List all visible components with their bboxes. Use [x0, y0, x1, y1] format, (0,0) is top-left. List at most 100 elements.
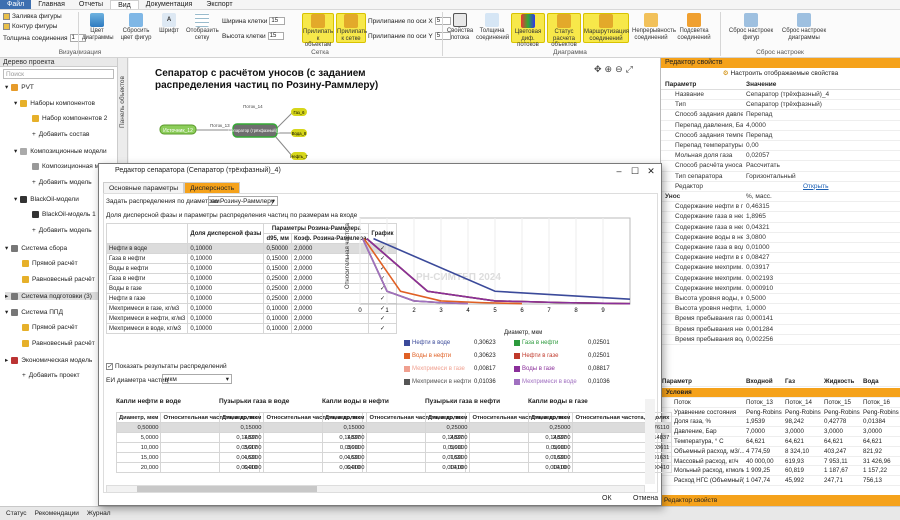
- tree-item-equilibrium-calc-2[interactable]: Равновесный расчёт: [22, 340, 95, 347]
- status-tab[interactable]: Статус: [6, 507, 27, 520]
- snap-x-field[interactable]: Прилипание по оси X5: [368, 17, 451, 25]
- property-value[interactable]: 0,002193: [743, 274, 900, 283]
- cancel-button[interactable]: Отмена: [633, 495, 658, 502]
- tree-item-add-project[interactable]: + Добавить проект: [22, 372, 80, 379]
- tree-item-component-sets[interactable]: ▾ Наборы компонентов: [14, 99, 95, 107]
- tree-item-blackoil-model-1[interactable]: BlackOil-модель 1: [32, 211, 96, 218]
- tab-view[interactable]: Вид: [110, 0, 139, 9]
- process-scheme[interactable]: Источник_12 Поток_13 Сепаратор (трёхфазн…: [155, 100, 325, 165]
- property-value[interactable]: 0,01000: [743, 243, 900, 252]
- property-row[interactable]: Содержание нефти в газе0,46315: [661, 202, 900, 213]
- property-value[interactable]: 0,001284: [743, 325, 900, 334]
- param-value[interactable]: 0,25000: [263, 273, 292, 284]
- tree-item-add-model-2[interactable]: + Добавить модель: [32, 227, 92, 234]
- reset-diagram-settings-button[interactable]: Сброс настроек диаграммы: [778, 13, 830, 41]
- property-row[interactable]: Редактор Открыть: [661, 182, 900, 192]
- property-value[interactable]: 3,0800: [743, 233, 900, 242]
- pipe-thickness-button[interactable]: Толщина соединений: [476, 13, 509, 41]
- property-row[interactable]: Перепад давления, Бар 4,0000: [661, 121, 900, 131]
- property-row[interactable]: Время пребывания нефти...0,001284: [661, 325, 900, 335]
- property-row[interactable]: Время пребывания воды...0,002256: [661, 335, 900, 345]
- property-value[interactable]: 0,002256: [743, 335, 900, 344]
- property-value[interactable]: 0,000910: [743, 284, 900, 293]
- tab-export[interactable]: Экспорт: [199, 0, 239, 9]
- stream-table-row[interactable]: Объемный расход, м3/... 4 774,59 8 324,10 4…: [660, 447, 900, 457]
- route-links-button[interactable]: Маршрутизация соединений: [583, 13, 629, 43]
- param-value[interactable]: 0,10000: [187, 243, 265, 254]
- property-row[interactable]: Высота уровня нефти, м 1,0000: [661, 304, 900, 315]
- snap-y-field[interactable]: Прилипание по оси Y5: [368, 32, 451, 40]
- reset-shape-color-button[interactable]: Сбросить цвет фигур: [118, 13, 154, 41]
- property-value[interactable]: 4,0000: [743, 121, 900, 130]
- minimize-icon[interactable]: –: [611, 164, 627, 178]
- property-row[interactable]: Содержание воды в нефти3,0800: [661, 233, 900, 243]
- tree-item-direct-calc[interactable]: Прямой расчёт: [22, 260, 78, 267]
- tree-item-component-set-2[interactable]: Набор компонентов 2: [32, 115, 107, 122]
- param-value[interactable]: 0,15000: [263, 253, 292, 264]
- line-thickness-field[interactable]: Толщина соединения 1: [3, 34, 86, 42]
- tab-docs[interactable]: Документация: [139, 0, 200, 9]
- param-value[interactable]: 0,10000: [263, 313, 292, 324]
- tab-home[interactable]: Главная: [31, 0, 72, 9]
- property-value[interactable]: Рассчитать: [743, 161, 900, 170]
- property-value[interactable]: Горизонтальный: [743, 172, 900, 181]
- stream-table-row[interactable]: Поток Поток_13 Поток_14 Поток_15 Поток_16: [660, 398, 900, 408]
- vertical-scrollbar[interactable]: [645, 399, 655, 484]
- font-button[interactable]: A Шрифт: [158, 13, 180, 35]
- flow-props-button[interactable]: Свойства потока: [446, 13, 474, 41]
- param-value[interactable]: 0,10000: [187, 253, 265, 264]
- property-row[interactable]: Способ задания давленияПерепад: [661, 110, 900, 121]
- param-value[interactable]: 0,10000: [187, 323, 265, 334]
- tree-item-add-composition[interactable]: + Добавить состав: [32, 131, 90, 138]
- property-value[interactable]: 0,000141: [743, 314, 900, 323]
- recommendations-tab[interactable]: Рекомендации: [35, 507, 79, 520]
- fill-shapes-toggle[interactable]: Заливка фигуры: [3, 13, 62, 20]
- property-editor-footer-tab[interactable]: Редактор свойств: [660, 495, 900, 506]
- tree-item-gathering-system[interactable]: ▾ Система сбора: [5, 244, 67, 252]
- property-row[interactable]: Способ задания температ...Перепад: [661, 131, 900, 141]
- stream-table-row[interactable]: Расход НГС (Объемный)... 1 047,74 45,992 24…: [660, 476, 900, 486]
- log-tab[interactable]: Журнал: [87, 507, 111, 520]
- property-value[interactable]: 1,0000: [743, 304, 900, 313]
- property-row[interactable]: Тип сепаратора Горизонтальный: [661, 172, 900, 182]
- property-row[interactable]: Содержание газа в нефти...0,04321: [661, 223, 900, 233]
- property-value[interactable]: 0,03917: [743, 263, 900, 272]
- stream-table-row[interactable]: Условия: [660, 388, 900, 398]
- show-grid-button[interactable]: Отобразить сетку: [186, 13, 219, 41]
- stream-table-row[interactable]: Давление, Бар 7,0000 3,0000 3,0000 3,0000: [660, 427, 900, 437]
- property-row[interactable]: Содержание мехприм... 0,000910: [661, 284, 900, 294]
- stream-table-row[interactable]: Мольный расход, кгмоль/...1 909,25 60,819…: [660, 466, 900, 477]
- property-row[interactable]: Тип Сепаратор (трёхфазный): [661, 100, 900, 111]
- tree-item-direct-calc-2[interactable]: Прямой расчёт: [22, 324, 78, 331]
- property-value[interactable]: 0,04321: [743, 223, 900, 232]
- stream-table-row[interactable]: Температура, ° C 64,621 64,621 64,621 64,621: [660, 437, 900, 447]
- property-row[interactable]: Содержание мехприм... 0,002193: [661, 274, 900, 284]
- property-row[interactable]: Содержание газа в воде 0,01000: [661, 243, 900, 254]
- close-icon[interactable]: ✕: [643, 164, 659, 178]
- grid-height-field[interactable]: Высота клетки 15: [222, 32, 284, 40]
- stream-table-row[interactable]: Массовый расход, кг/ч 40 000,00 619,93 7 95…: [660, 457, 900, 467]
- property-row[interactable]: Высота уровня воды, м 0,5000: [661, 294, 900, 305]
- tab-file[interactable]: Файл: [0, 0, 32, 9]
- color-flows-button[interactable]: Цветовая диф. потоков: [511, 13, 545, 48]
- property-value[interactable]: 0,46315: [743, 202, 900, 211]
- shape-outline-toggle[interactable]: Контур фигуры: [3, 23, 57, 30]
- param-value[interactable]: 0,25000: [263, 293, 292, 304]
- grid-width-field[interactable]: Ширина клетки 15: [222, 17, 286, 25]
- param-value[interactable]: 0,10000: [187, 263, 265, 274]
- property-value[interactable]: 0,02057: [743, 151, 900, 160]
- param-value[interactable]: 0,10000: [187, 273, 265, 284]
- param-value[interactable]: 0,10000: [187, 283, 265, 294]
- property-row[interactable]: Перепад температуры, ° C0,00: [661, 141, 900, 152]
- property-value[interactable]: Сепаратор (трёхфазный)_4: [743, 90, 900, 99]
- property-row[interactable]: Название Сепаратор (трёхфазный)_4: [661, 90, 900, 101]
- diagram-color-button[interactable]: Цвет диаграммы: [82, 13, 114, 41]
- broken-links-button[interactable]: Непрерывность соединений: [632, 13, 676, 41]
- show-results-checkbox[interactable]: ✓ Показать результаты распределений: [106, 363, 227, 370]
- tree-item-economic-model[interactable]: ▸ Экономическая модель: [5, 356, 92, 364]
- zoom-controls[interactable]: ✥⊕⊖⤢: [594, 64, 636, 75]
- unit-select[interactable]: мкм ▾: [162, 374, 232, 384]
- property-row[interactable]: Содержание нефти в воде0,08427: [661, 253, 900, 264]
- param-value[interactable]: 0,10000: [187, 313, 265, 324]
- property-value[interactable]: 0,5000: [743, 294, 900, 303]
